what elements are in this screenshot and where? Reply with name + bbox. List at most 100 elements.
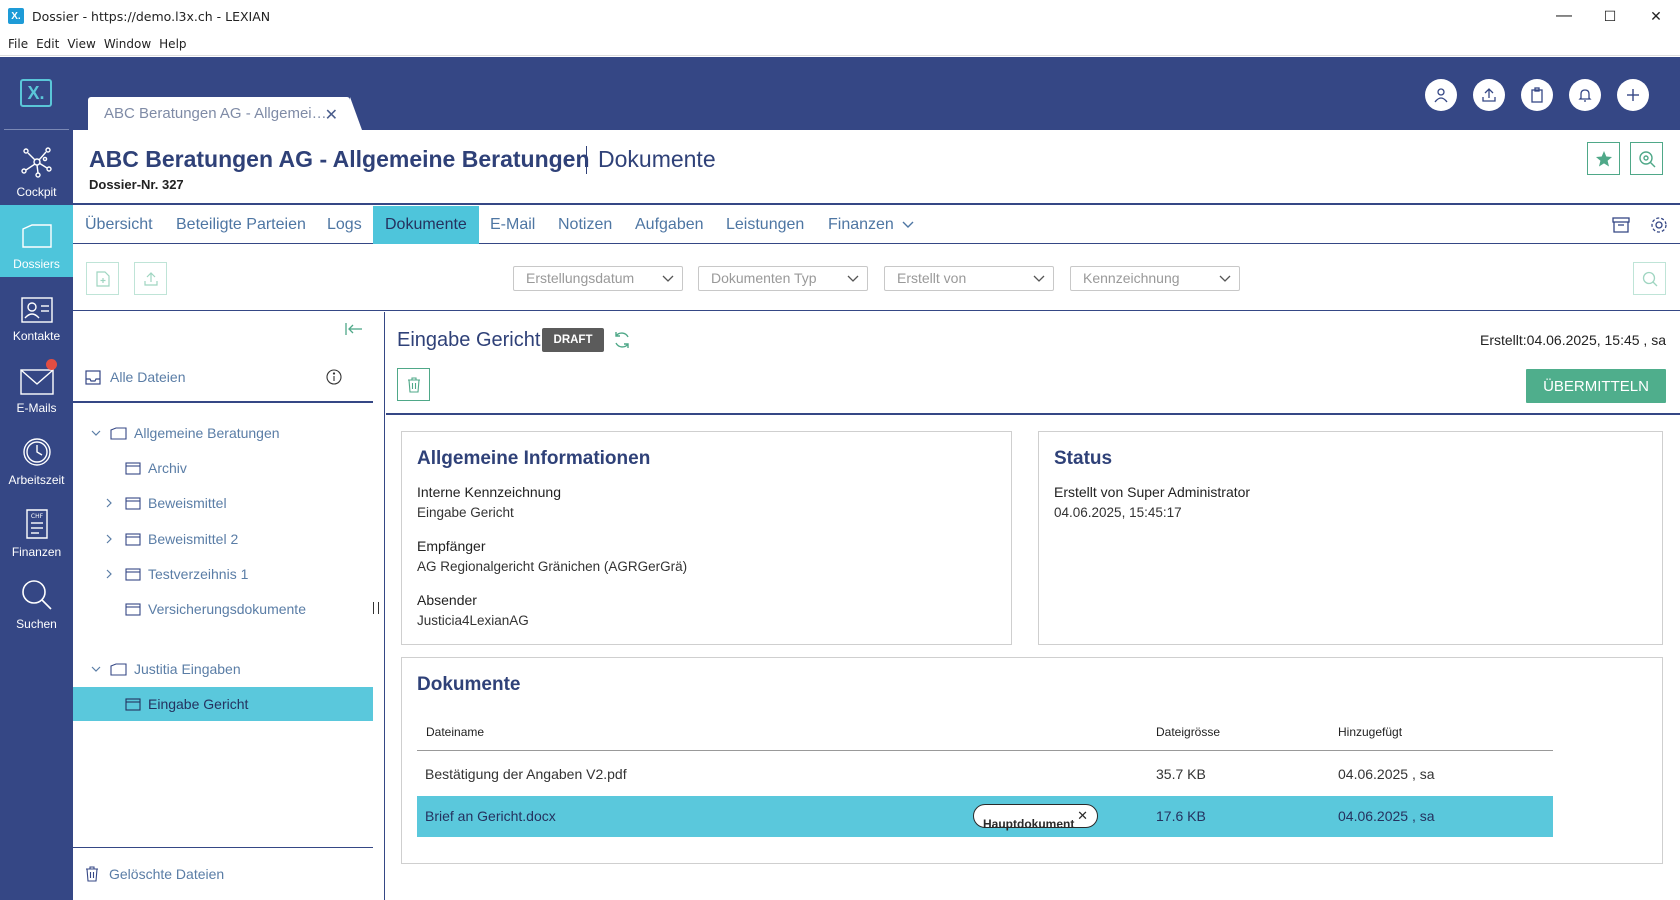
user-icon <box>1434 88 1448 103</box>
tree-item-versicherungsdokumente[interactable]: Versicherungsdokumente <box>73 592 373 626</box>
clipboard-button[interactable] <box>1521 79 1553 111</box>
close-tab-icon[interactable]: ✕ <box>325 105 338 125</box>
delete-button[interactable] <box>397 368 430 401</box>
tree-item-archiv[interactable]: Archiv <box>73 451 373 485</box>
tab-logs[interactable]: Logs <box>327 206 362 244</box>
menu-window[interactable]: Window <box>104 37 151 51</box>
info-icon[interactable] <box>326 369 342 385</box>
bell-icon <box>1578 89 1592 102</box>
minimize-button[interactable]: — <box>1540 0 1588 32</box>
nav-dossiers[interactable]: Dossiers <box>0 205 73 277</box>
tree-item-beweismittel[interactable]: Beweismittel <box>73 486 373 520</box>
filter-dokumenten-typ[interactable]: Dokumenten Typ <box>698 266 868 291</box>
menu-view[interactable]: View <box>67 37 95 51</box>
folder-icon <box>125 602 141 616</box>
search-button[interactable] <box>1633 262 1666 295</box>
all-files-item[interactable]: Alle Dateien <box>73 360 373 394</box>
folder-icon <box>125 532 141 546</box>
filter-toolbar: Erstellungsdatum Dokumenten Typ Erstellt… <box>73 245 1680 311</box>
tree-item-testverzeihnis-1[interactable]: Testverzeihnis 1 <box>73 557 373 591</box>
tree-item-label: Beweismittel <box>148 495 227 511</box>
nav-cockpit[interactable]: Cockpit <box>0 133 73 205</box>
dossier-header: ABC Beratungen AG - Allgemeine Beratunge… <box>73 130 1680 205</box>
documents-card: Dokumente Dateiname Dateigrösse Hinzugef… <box>401 657 1663 864</box>
archive-button[interactable] <box>1612 216 1630 239</box>
field-label: Interne Kennzeichnung <box>417 484 561 500</box>
column-header-dateigroesse[interactable]: Dateigrösse <box>1156 725 1220 739</box>
refresh-button[interactable] <box>612 330 632 355</box>
chevron-down-icon <box>91 666 101 672</box>
tree-item-allgemeine-beratungen[interactable]: Allgemeine Beratungen <box>73 416 373 450</box>
collapse-sidebar-button[interactable] <box>345 322 363 341</box>
tab-beteiligte-parteien[interactable]: Beteiligte Parteien <box>176 206 306 244</box>
tree-item-eingabe-gericht[interactable]: Eingabe Gericht <box>73 687 373 721</box>
documents-heading: Dokumente <box>417 674 521 695</box>
nav-kontakte[interactable]: Kontakte <box>0 277 73 349</box>
upload-document-button[interactable] <box>134 262 167 295</box>
left-navigation: X. Cockpit Dossiers Kontakte E-Mails Arb… <box>0 57 73 900</box>
nav-finanzen[interactable]: CHF Finanzen <box>0 493 73 565</box>
chevron-down-icon <box>1219 267 1231 290</box>
notifications-button[interactable] <box>1569 79 1601 111</box>
zoom-search-button[interactable] <box>1630 142 1663 175</box>
tab-email[interactable]: E-Mail <box>490 206 535 244</box>
tree-item-label: Beweismittel 2 <box>148 531 239 547</box>
favorite-button[interactable] <box>1587 142 1620 175</box>
filter-kennzeichnung[interactable]: Kennzeichnung <box>1070 266 1240 291</box>
submit-button[interactable]: ÜBERMITTELN <box>1526 369 1666 403</box>
close-window-button[interactable]: ✕ <box>1632 0 1680 32</box>
app-logo[interactable]: X. <box>20 79 52 107</box>
table-row[interactable]: Bestätigung der Angaben V2.pdf 35.7 KB 0… <box>417 754 1553 795</box>
resize-handle[interactable] <box>373 602 379 614</box>
deleted-files-item[interactable]: Gelöschte Dateien <box>73 857 373 891</box>
plus-icon <box>1627 89 1639 101</box>
menu-edit[interactable]: Edit <box>36 37 59 51</box>
sidebar-divider <box>73 401 373 403</box>
field-label: Empfänger <box>417 538 486 554</box>
folder-icon <box>110 426 127 440</box>
status-card: Status Erstellt von Super Administrator … <box>1038 431 1663 645</box>
column-header-dateiname[interactable]: Dateiname <box>426 725 484 739</box>
tree-item-justitia-eingaben[interactable]: Justitia Eingaben <box>73 652 373 686</box>
nav-arbeitszeit[interactable]: Arbeitszeit <box>0 421 73 493</box>
tab-aufgaben[interactable]: Aufgaben <box>635 206 704 244</box>
filter-dokumenten-typ-label: Dokumenten Typ <box>711 270 817 286</box>
menu-help[interactable]: Help <box>159 37 186 51</box>
tab-uebersicht[interactable]: Übersicht <box>85 206 153 244</box>
collapse-left-icon <box>345 323 362 335</box>
nav-emails[interactable]: E-Mails <box>0 349 73 421</box>
nav-suchen[interactable]: Suchen <box>0 565 73 637</box>
add-button[interactable] <box>1617 79 1649 111</box>
star-icon <box>1595 150 1612 166</box>
chevron-down-icon <box>91 430 101 436</box>
zoom-search-icon <box>1638 150 1655 167</box>
filter-erstellungsdatum[interactable]: Erstellungsdatum <box>513 266 683 291</box>
search-icon <box>1642 271 1657 286</box>
folder-icon <box>125 567 141 581</box>
upload-icon <box>1482 88 1496 102</box>
user-button[interactable] <box>1425 79 1457 111</box>
new-document-button[interactable] <box>86 262 119 295</box>
folder-icon <box>125 697 141 711</box>
main-document-label: Hauptdokument <box>983 817 1075 831</box>
status-created-date: 04.06.2025, 15:45:17 <box>1054 505 1182 520</box>
tab-finanzen[interactable]: Finanzen <box>828 206 914 244</box>
field-value: Eingabe Gericht <box>417 505 514 520</box>
tab-dokumente[interactable]: Dokumente <box>373 206 479 244</box>
tab-notizen[interactable]: Notizen <box>558 206 612 244</box>
nav-suchen-label: Suchen <box>16 617 57 631</box>
remove-tag-icon[interactable]: ✕ <box>1077 808 1088 824</box>
table-row[interactable]: Brief an Gericht.docx Hauptdokument ✕ 17… <box>417 796 1553 837</box>
dossier-tab[interactable]: ABC Beratungen AG - Allgemei… ✕ <box>88 97 362 130</box>
maximize-button[interactable]: ☐ <box>1586 0 1634 32</box>
tab-leistungen[interactable]: Leistungen <box>726 206 804 244</box>
tree-item-beweismittel-2[interactable]: Beweismittel 2 <box>73 522 373 556</box>
settings-button[interactable] <box>1650 216 1668 239</box>
menu-file[interactable]: File <box>8 37 28 51</box>
upload-button[interactable] <box>1473 79 1505 111</box>
app-icon: X. <box>8 8 24 24</box>
column-header-hinzugefuegt[interactable]: Hinzugefügt <box>1338 725 1402 739</box>
top-icons <box>1425 79 1649 111</box>
filter-erstellt-von[interactable]: Erstellt von <box>884 266 1054 291</box>
title-separator <box>586 146 587 174</box>
